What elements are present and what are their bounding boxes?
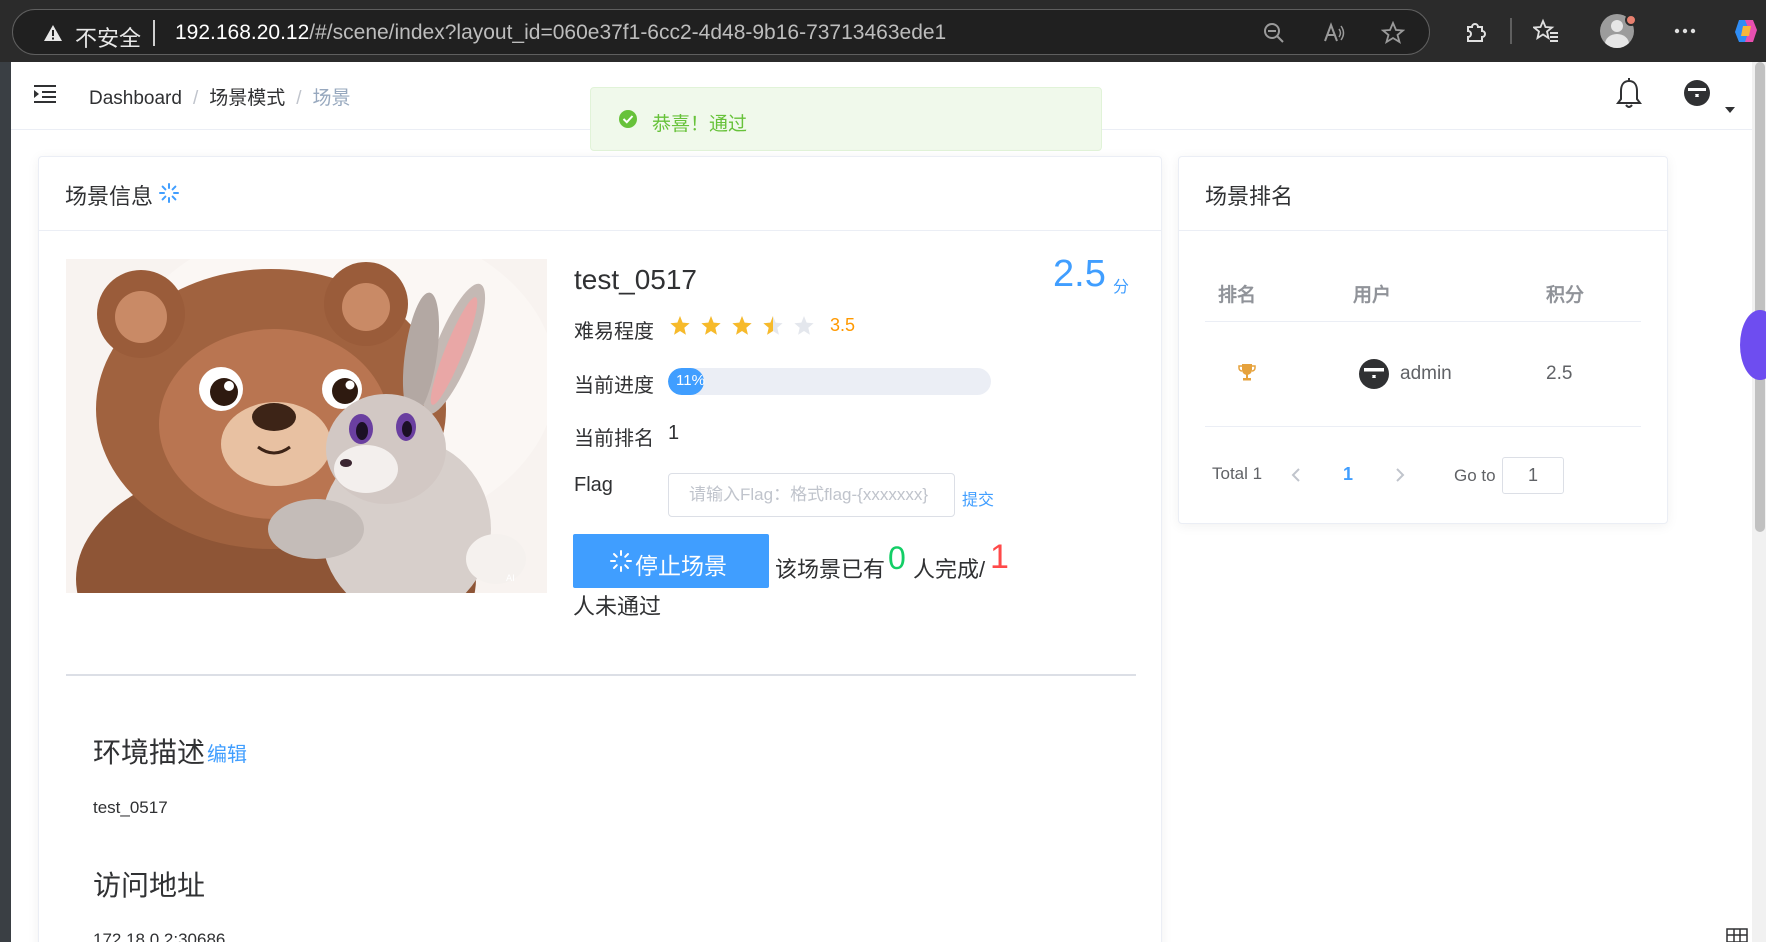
section-divider — [66, 674, 1136, 676]
security-label[interactable]: 不安全 — [75, 21, 141, 53]
difficulty-label: 难易程度 — [574, 321, 654, 343]
url-host: 192.168.20.12 — [175, 21, 310, 44]
difficulty-rating — [670, 316, 814, 335]
ranking-user-score: 2.5 — [1546, 363, 1573, 384]
scrollbar-thumb[interactable] — [1755, 62, 1765, 532]
scene-card-title: 场景信息 — [65, 184, 154, 209]
copilot-icon[interactable] — [1731, 16, 1761, 46]
stats-suffix: 人未通过 — [573, 594, 662, 619]
loading-icon — [159, 183, 179, 203]
favorites-icon[interactable] — [1533, 18, 1559, 44]
scene-cover-image: AI — [66, 259, 547, 593]
profile-body — [1605, 34, 1629, 48]
extensions-icon[interactable] — [1462, 18, 1488, 44]
menu-toggle-icon[interactable] — [34, 84, 56, 104]
pagination-goto-label: Go to — [1454, 466, 1496, 485]
loading-spinner-icon — [610, 550, 632, 572]
rank-label: 当前排名 — [574, 428, 654, 450]
breadcrumb-scene-mode[interactable]: 场景模式 — [209, 88, 285, 109]
access-address-heading: 访问地址 — [93, 870, 206, 901]
breadcrumb-separator: / — [296, 88, 302, 109]
table-bottom-divider — [1205, 426, 1641, 427]
env-description-heading: 环境描述 — [93, 737, 206, 768]
ranking-card-header: 场景排名 — [1179, 157, 1667, 231]
access-address-value[interactable]: 172.18.0.2:30686 — [93, 930, 225, 942]
stop-scene-label: 停止场景 — [635, 553, 727, 579]
rating-star — [794, 316, 814, 335]
next-page-icon[interactable] — [1394, 467, 1406, 483]
read-aloud-icon[interactable] — [1322, 21, 1346, 45]
flag-label: Flag — [574, 474, 613, 496]
table-header-divider — [1205, 321, 1641, 322]
column-score: 积分 — [1546, 285, 1585, 306]
completed-count: 0 — [888, 540, 906, 576]
column-user: 用户 — [1353, 285, 1392, 306]
scene-card-header: 场景信息 — [39, 157, 1161, 231]
address-separator — [153, 20, 155, 46]
progress-label: 当前进度 — [574, 375, 654, 397]
browser-toolbar: 不安全 192.168.20.12/#/scene/index?layout_i… — [0, 0, 1766, 62]
more-options-icon[interactable] — [1672, 18, 1698, 44]
progress-text: 11% — [676, 372, 705, 389]
admin-avatar-icon — [1359, 359, 1389, 389]
url-text[interactable]: 192.168.20.12/#/scene/index?layout_id=06… — [175, 21, 946, 45]
bear-rabbit-illustration: AI — [66, 259, 547, 593]
rating-star — [670, 316, 690, 335]
stats-mid: 人完成/ — [913, 557, 986, 582]
stats-prefix: 该场景已有 — [775, 557, 886, 582]
ranking-user-name: admin — [1400, 363, 1452, 384]
column-rank: 排名 — [1218, 285, 1257, 306]
bell-icon[interactable] — [1615, 78, 1643, 110]
breadcrumb: Dashboard / 场景模式 / 场景 — [89, 83, 351, 110]
score-unit: 分 — [1113, 279, 1130, 296]
progress-bar: 11% — [668, 368, 991, 395]
breadcrumb-separator: / — [192, 88, 199, 109]
success-toast: 恭喜！通过 — [590, 87, 1102, 151]
rating-star — [732, 316, 752, 335]
warning-icon — [44, 25, 62, 41]
submit-flag-link[interactable]: 提交 — [962, 486, 994, 510]
url-path: /#/scene/index?layout_id=060e37f1-6cc2-4… — [309, 21, 947, 44]
toast-message: 恭喜！通过 — [652, 114, 748, 135]
rating-star — [701, 316, 721, 335]
rating-star — [763, 316, 783, 335]
favorite-star-icon[interactable] — [1381, 21, 1405, 45]
flag-input[interactable] — [668, 473, 955, 517]
pagination-total: Total 1 — [1212, 464, 1263, 483]
difficulty-value: 3.5 — [830, 315, 856, 335]
ranking-card-title: 场景排名 — [1205, 184, 1294, 209]
toolbar-separator — [1510, 18, 1512, 44]
svg-text:AI: AI — [506, 574, 515, 584]
breadcrumb-dashboard[interactable]: Dashboard — [89, 88, 182, 109]
user-dropdown-caret[interactable] — [1725, 107, 1735, 113]
failed-count: 1 — [990, 538, 1009, 576]
env-description-text: test_0517 — [93, 798, 168, 817]
rank-value: 1 — [668, 422, 680, 444]
edit-description-link[interactable]: 编辑 — [207, 738, 247, 767]
progress-fill: 11% — [668, 368, 705, 395]
profile-notification-dot — [1625, 14, 1637, 26]
left-dark-strip — [0, 62, 11, 942]
success-check-icon — [619, 110, 637, 128]
scene-name: test_0517 — [574, 264, 697, 295]
stop-scene-button[interactable]: 停止场景 — [573, 534, 769, 588]
grid-icon[interactable] — [1726, 928, 1748, 942]
trophy-icon — [1238, 364, 1256, 381]
scene-score: 2.5 — [1053, 253, 1106, 295]
pagination-current-page[interactable]: 1 — [1343, 464, 1353, 485]
zoom-out-icon[interactable] — [1262, 21, 1286, 45]
profile-head — [1611, 20, 1623, 32]
prev-page-icon[interactable] — [1290, 467, 1302, 483]
breadcrumb-current: 场景 — [312, 88, 351, 109]
user-avatar-icon[interactable] — [1683, 79, 1711, 107]
address-bar[interactable]: 不安全 192.168.20.12/#/scene/index?layout_i… — [12, 9, 1430, 55]
pagination-goto-input[interactable] — [1502, 457, 1564, 494]
